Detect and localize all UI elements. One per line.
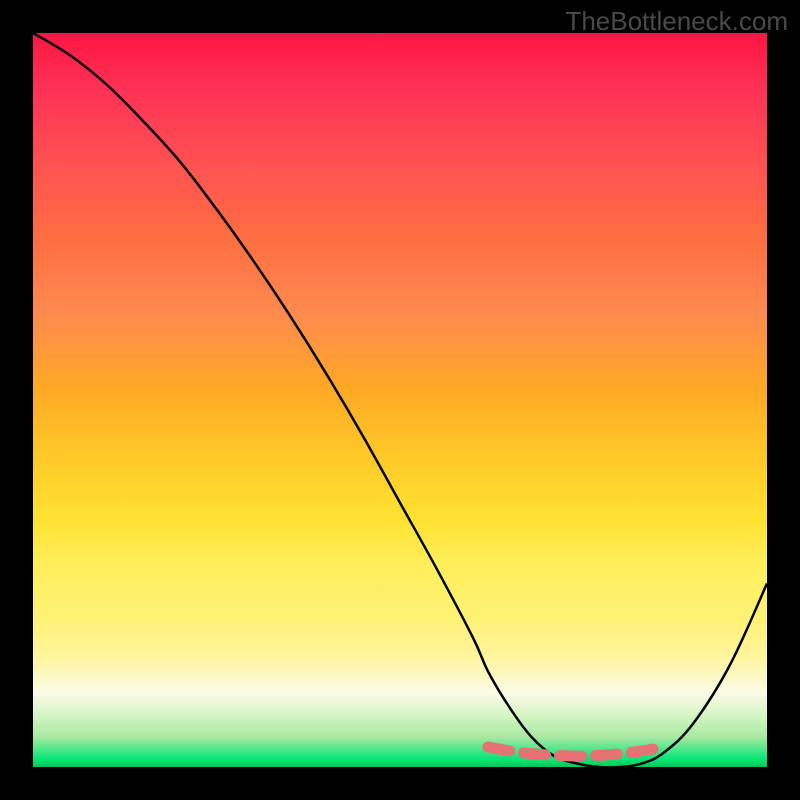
optimal-range-marker [488,747,664,756]
watermark-text: TheBottleneck.com [565,6,788,37]
bottleneck-curve-line [33,33,767,767]
plot-area [33,33,767,767]
chart-svg [33,33,767,767]
